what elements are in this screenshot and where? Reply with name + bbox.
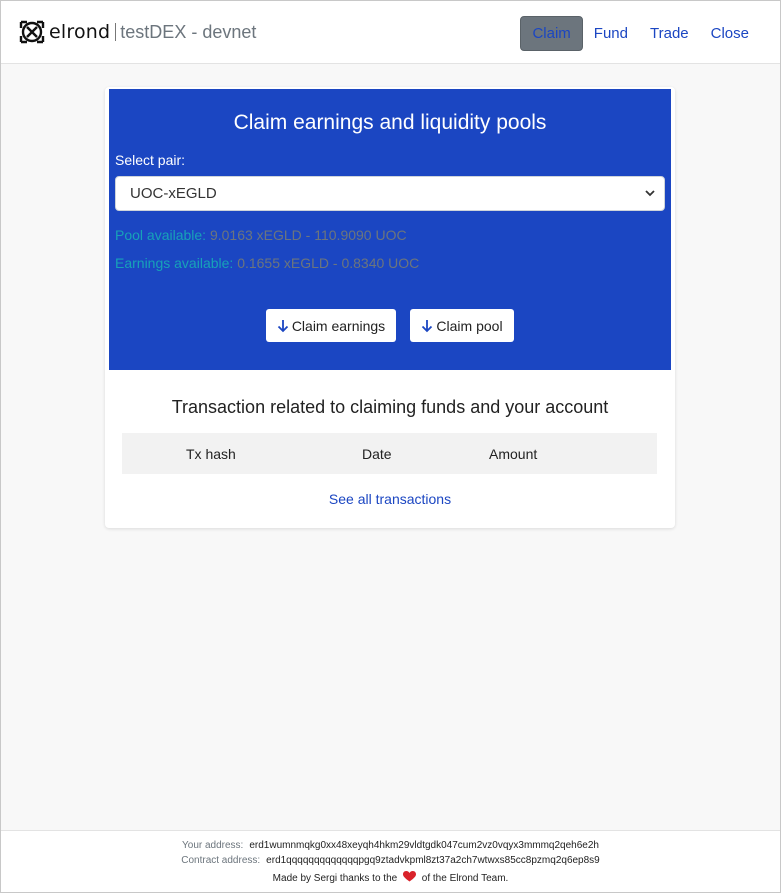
nav-trade[interactable]: Trade xyxy=(639,17,700,50)
brand-name: elrond xyxy=(49,21,111,43)
column-date: Date xyxy=(362,446,392,462)
chevron-down-icon xyxy=(645,190,655,197)
top-navbar: elrond testDEX - devnet Claim Fund Trade… xyxy=(1,1,780,64)
claim-pool-label: Claim pool xyxy=(436,317,503,334)
pair-select[interactable]: UOC-xEGLD xyxy=(115,176,665,211)
panel-title: Claim earnings and liquidity pools xyxy=(233,111,547,134)
see-all-transactions-link[interactable]: See all transactions xyxy=(105,491,675,507)
brand-divider xyxy=(115,23,117,41)
claim-panel: Claim earnings and liquidity pools Selec… xyxy=(109,89,671,370)
app-title: testDEX - devnet xyxy=(120,21,257,42)
arrow-down-icon xyxy=(277,319,288,332)
contract-address-value: erd1qqqqqqqqqqqqqpgq9ztadvkpml8zt37a2ch7… xyxy=(266,855,600,866)
contract-address-row: Contract address: erd1qqqqqqqqqqqqqpgq9zt… xyxy=(1,855,780,866)
your-address-row: Your address: erd1wumnmqkg0xx48xeyqh4hkm2… xyxy=(1,840,780,851)
transactions-title: Transaction related to claiming funds an… xyxy=(171,397,609,417)
earnings-available-label: Earnings available: xyxy=(115,255,234,271)
transactions-table-header: Tx hash Date Amount xyxy=(122,433,657,474)
heart-icon xyxy=(402,871,416,882)
made-by-suffix: of the Elrond Team. xyxy=(421,873,509,884)
your-address-label: Your address: xyxy=(182,840,244,851)
nav-claim[interactable]: Claim xyxy=(520,16,583,51)
select-pair-label: Select pair: xyxy=(115,152,186,168)
column-amount: Amount xyxy=(489,446,538,462)
your-address-value: erd1wumnmqkg0xx48xeyqh4hkm29vldtgdk047cu… xyxy=(249,840,599,851)
claim-pool-button[interactable]: Claim pool xyxy=(410,309,514,342)
pool-available-label: Pool available: xyxy=(115,227,207,243)
pool-available-value: 9.0163 xEGLD - 110.9090 UOC xyxy=(209,227,407,243)
earnings-available: Earnings available: 0.1655 xEGLD - 0.834… xyxy=(115,255,419,271)
brand[interactable]: elrond testDEX - devnet xyxy=(19,18,256,46)
claim-earnings-label: Claim earnings xyxy=(291,317,386,334)
main-nav: Claim Fund Trade Close xyxy=(520,16,760,51)
footer: Your address: erd1wumnmqkg0xx48xeyqh4hkm2… xyxy=(1,830,780,892)
nav-fund[interactable]: Fund xyxy=(583,17,639,50)
nav-close[interactable]: Close xyxy=(700,17,760,50)
column-tx-hash: Tx hash xyxy=(186,446,236,462)
claim-card: Claim earnings and liquidity pools Selec… xyxy=(105,87,675,528)
arrow-down-icon xyxy=(422,319,433,332)
earnings-available-value: 0.1655 xEGLD - 0.8340 UOC xyxy=(237,255,420,271)
pool-available: Pool available: 9.0163 xEGLD - 110.9090 … xyxy=(115,227,407,243)
pair-select-value: UOC-xEGLD xyxy=(130,185,217,202)
claim-earnings-button[interactable]: Claim earnings xyxy=(266,309,396,342)
made-by-row: Made by Sergi thanks to the of the Elron… xyxy=(1,871,780,884)
made-by-prefix: Made by Sergi thanks to the xyxy=(272,873,398,884)
contract-address-label: Contract address: xyxy=(181,855,261,866)
elrond-logo-icon xyxy=(19,20,45,44)
